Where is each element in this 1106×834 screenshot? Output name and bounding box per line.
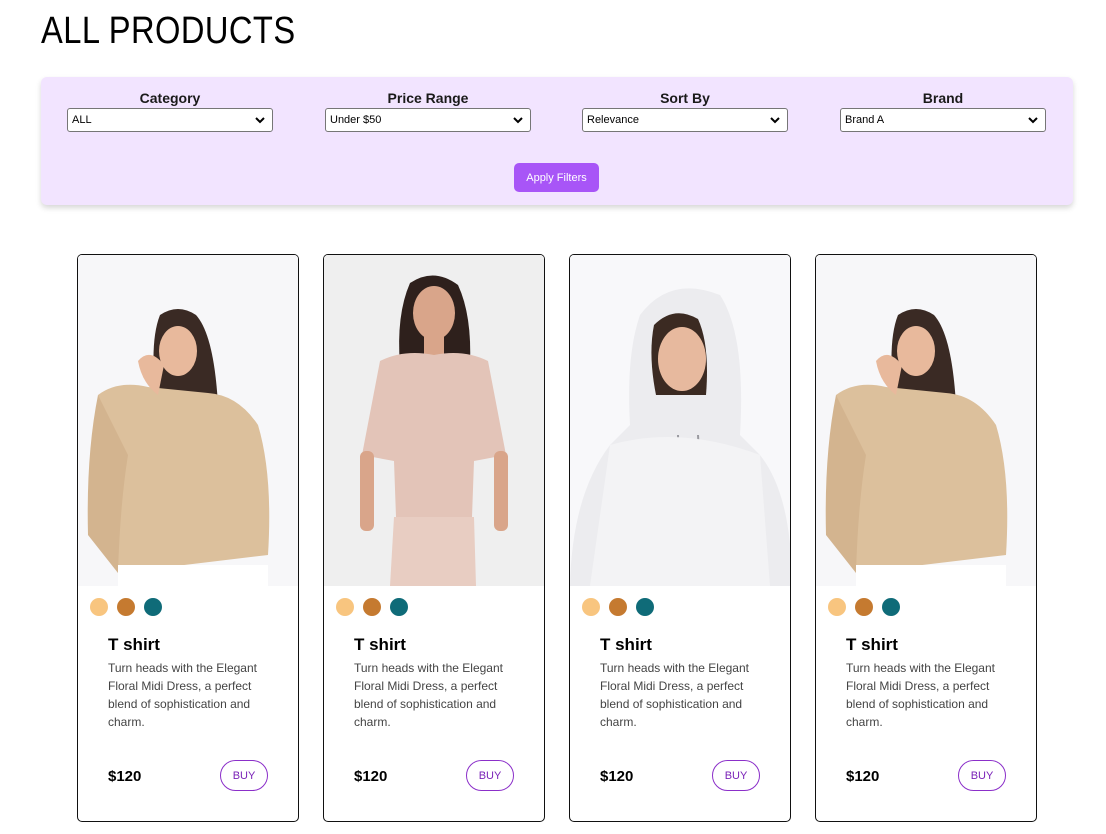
chevron-down-icon	[1028, 117, 1038, 124]
woman-beige-sweatshirt-image	[816, 255, 1036, 586]
sort-by-label: Sort By	[660, 90, 710, 106]
apply-filters-button[interactable]: Apply Filters	[514, 163, 599, 192]
category-filter: Category ALL	[67, 89, 273, 132]
product-name: T shirt	[108, 635, 160, 654]
color-swatches	[90, 598, 162, 616]
product-price: $120	[600, 768, 634, 785]
sort-by-select[interactable]: Relevance	[582, 108, 788, 132]
product-card: T shirt Turn heads with the Elegant Flor…	[323, 254, 545, 822]
swatch-light[interactable]	[336, 598, 354, 616]
price-range-select[interactable]: Under $50	[325, 108, 531, 132]
swatch-brown[interactable]	[363, 598, 381, 616]
product-description: Turn heads with the Elegant Floral Midi …	[846, 661, 995, 729]
swatch-brown[interactable]	[117, 598, 135, 616]
sort-by-value: Relevance	[587, 114, 639, 126]
product-image[interactable]	[570, 255, 790, 586]
buy-button[interactable]: BUY	[220, 760, 268, 791]
price-range-label: Price Range	[387, 90, 469, 106]
product-image[interactable]	[324, 255, 544, 586]
category-label: Category	[139, 90, 201, 106]
brand-label: Brand	[922, 90, 964, 106]
product-card: T shirt Turn heads with the Elegant Flor…	[815, 254, 1037, 822]
product-price: $120	[354, 768, 388, 785]
swatch-teal[interactable]	[636, 598, 654, 616]
product-description: Turn heads with the Elegant Floral Midi …	[354, 661, 503, 729]
page-title: ALL PRODUCTS	[41, 10, 296, 52]
product-card: T shirt Turn heads with the Elegant Flor…	[77, 254, 299, 822]
swatch-teal[interactable]	[144, 598, 162, 616]
filter-panel: Category ALL Price Range Under $50 Sort …	[41, 77, 1073, 205]
buy-button[interactable]: BUY	[712, 760, 760, 791]
woman-pink-tunic-set-image	[324, 255, 544, 586]
product-image[interactable]	[78, 255, 298, 586]
chevron-down-icon	[255, 117, 265, 124]
swatch-light[interactable]	[582, 598, 600, 616]
product-image[interactable]	[816, 255, 1036, 586]
swatch-light[interactable]	[90, 598, 108, 616]
woman-white-hoodie-image	[570, 255, 790, 586]
price-range-value: Under $50	[330, 114, 382, 126]
color-swatches	[828, 598, 900, 616]
swatch-teal[interactable]	[390, 598, 408, 616]
category-select[interactable]: ALL	[67, 108, 273, 132]
brand-filter: Brand Brand A	[840, 89, 1046, 132]
color-swatches	[336, 598, 408, 616]
chevron-down-icon	[513, 117, 523, 124]
product-description: Turn heads with the Elegant Floral Midi …	[600, 661, 749, 729]
brand-value: Brand A	[845, 114, 885, 126]
product-name: T shirt	[600, 635, 652, 654]
category-value: ALL	[72, 114, 92, 126]
product-name: T shirt	[846, 635, 898, 654]
product-price: $120	[846, 768, 880, 785]
buy-button[interactable]: BUY	[958, 760, 1006, 791]
product-description: Turn heads with the Elegant Floral Midi …	[108, 661, 257, 729]
price-range-filter: Price Range Under $50	[325, 89, 531, 132]
sort-by-filter: Sort By Relevance	[582, 89, 788, 132]
swatch-light[interactable]	[828, 598, 846, 616]
buy-button[interactable]: BUY	[466, 760, 514, 791]
product-card: T shirt Turn heads with the Elegant Flor…	[569, 254, 791, 822]
swatch-teal[interactable]	[882, 598, 900, 616]
swatch-brown[interactable]	[609, 598, 627, 616]
product-name: T shirt	[354, 635, 406, 654]
color-swatches	[582, 598, 654, 616]
chevron-down-icon	[770, 117, 780, 124]
swatch-brown[interactable]	[855, 598, 873, 616]
product-price: $120	[108, 768, 142, 785]
woman-beige-sweatshirt-image	[78, 255, 298, 586]
brand-select[interactable]: Brand A	[840, 108, 1046, 132]
